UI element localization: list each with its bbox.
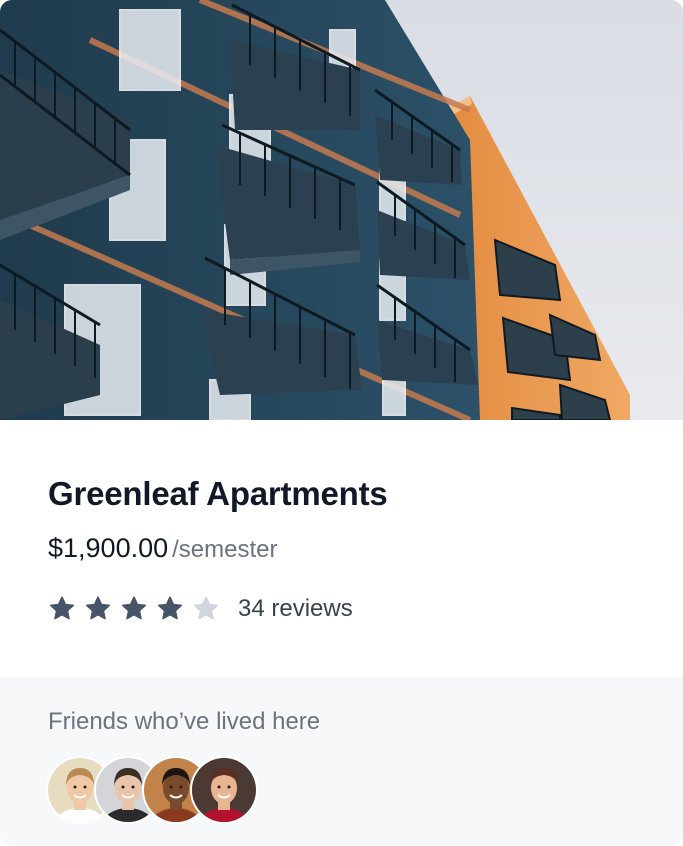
reviews-link[interactable]: 34 reviews xyxy=(238,595,353,623)
rating-row: 34 reviews xyxy=(48,595,353,623)
listing-price: $1,900.00 xyxy=(48,533,169,563)
listing-details: Greenleaf Apartments $1,900.00/semester … xyxy=(0,420,683,678)
listing-title[interactable]: Greenleaf Apartments xyxy=(48,475,388,513)
price-period: /semester xyxy=(172,536,278,563)
star-filled-icon xyxy=(84,595,112,623)
star-filled-icon xyxy=(120,595,148,623)
star-rating xyxy=(48,595,228,623)
listing-card[interactable]: Greenleaf Apartments $1,900.00/semester … xyxy=(0,0,683,846)
star-empty-icon xyxy=(192,595,220,623)
friends-section: Friends who’ve lived here xyxy=(0,678,683,846)
star-filled-icon xyxy=(156,595,184,623)
friend-avatar[interactable] xyxy=(192,758,256,822)
friends-label: Friends who’ve lived here xyxy=(48,708,321,735)
star-filled-icon xyxy=(48,595,76,623)
apartment-photo xyxy=(0,0,683,420)
price-row: $1,900.00/semester xyxy=(48,533,278,564)
